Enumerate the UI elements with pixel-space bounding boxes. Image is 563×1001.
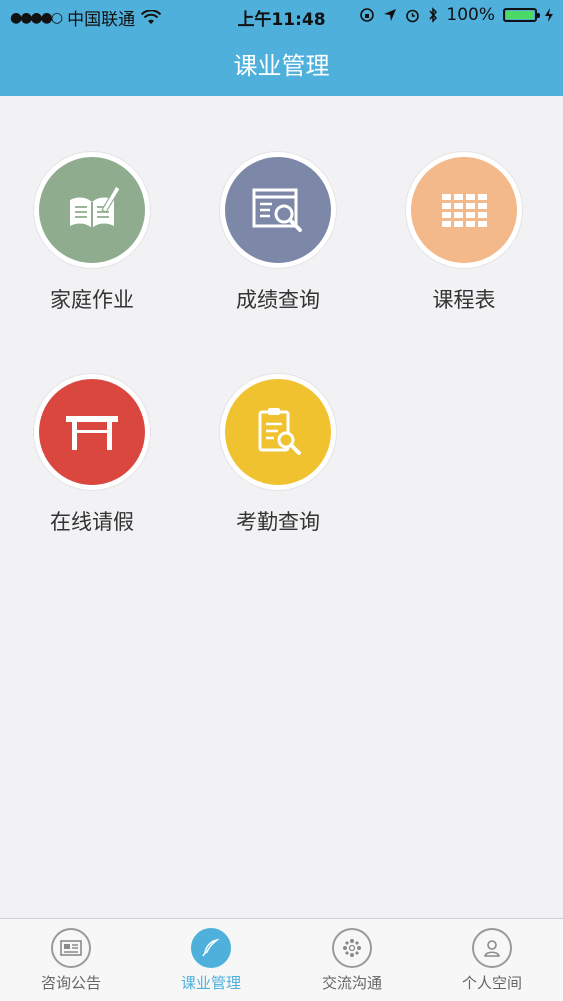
tab-label: 咨询公告 — [40, 974, 101, 992]
module-label: 家庭作业 — [50, 288, 134, 312]
leave-desk-icon[interactable] — [34, 374, 150, 490]
module-timetable[interactable]: 课程表 — [394, 152, 534, 314]
tab-coursework[interactable]: 课业管理 — [141, 919, 281, 1001]
module-label: 考勤查询 — [236, 510, 320, 534]
grade-search-icon[interactable] — [220, 152, 336, 268]
module-attendance-query[interactable]: 考勤查询 — [208, 374, 348, 536]
top-bar: ●●●●○ 中国联通 上午11:48 100% 课业管理 — [0, 0, 563, 96]
page-title: 课业管理 — [233, 52, 330, 80]
timetable-icon[interactable] — [406, 152, 522, 268]
module-label: 在线请假 — [50, 510, 134, 534]
bluetooth-icon — [429, 7, 438, 23]
alarm-icon — [406, 9, 420, 22]
news-icon[interactable] — [51, 928, 91, 968]
tab-communication[interactable]: 交流沟通 — [282, 919, 422, 1001]
status-bar: ●●●●○ 中国联通 上午11:48 100% — [0, 0, 563, 32]
battery-percent: 100% — [446, 5, 495, 25]
module-online-leave[interactable]: 在线请假 — [22, 374, 162, 536]
person-icon[interactable] — [472, 928, 512, 968]
tab-label: 交流沟通 — [321, 974, 382, 992]
module-homework[interactable]: 家庭作业 — [22, 152, 162, 314]
feather-icon[interactable] — [191, 928, 231, 968]
chat-icon[interactable] — [332, 928, 372, 968]
tab-news[interactable]: 咨询公告 — [1, 919, 141, 1001]
tab-bar: 咨询公告 课业管理 交流沟通 个人空间 — [0, 918, 563, 1001]
battery-icon — [503, 8, 540, 22]
tab-personal-space[interactable]: 个人空间 — [422, 919, 562, 1001]
module-label: 课程表 — [432, 288, 496, 312]
tab-label: 个人空间 — [461, 974, 522, 992]
module-label: 成绩查询 — [236, 288, 320, 312]
tab-label: 课业管理 — [180, 974, 241, 992]
module-grade-query[interactable]: 成绩查询 — [208, 152, 348, 314]
location-icon — [384, 9, 397, 21]
homework-book-icon[interactable] — [34, 152, 150, 268]
rotation-lock-icon — [360, 8, 375, 22]
attendance-clipboard-icon[interactable] — [220, 374, 336, 490]
charging-icon — [545, 8, 553, 22]
